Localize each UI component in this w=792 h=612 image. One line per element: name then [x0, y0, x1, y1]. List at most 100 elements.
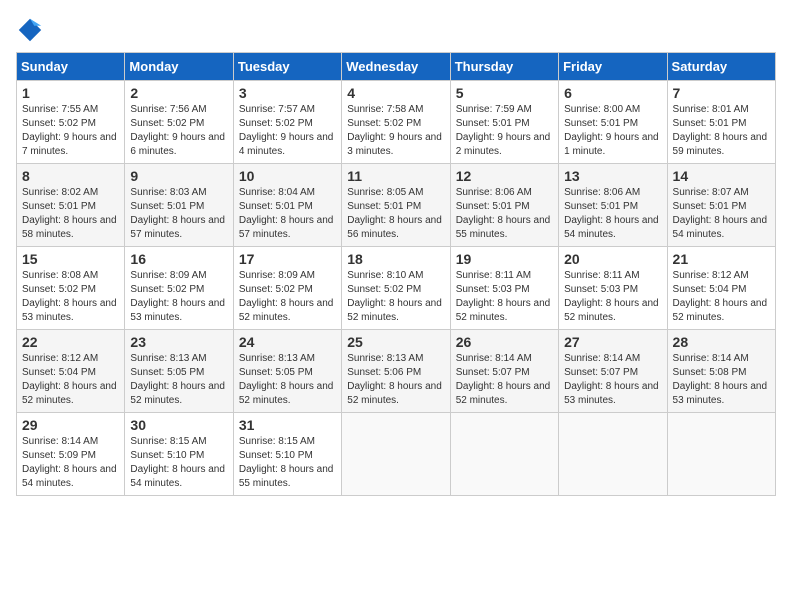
day-number: 29: [22, 417, 119, 433]
day-info: Sunrise: 8:08 AMSunset: 5:02 PMDaylight:…: [22, 269, 119, 325]
calendar-cell: 16 Sunrise: 8:09 AMSunset: 5:02 PMDaylig…: [125, 247, 233, 330]
calendar-week-row: 29 Sunrise: 8:14 AMSunset: 5:09 PMDaylig…: [17, 413, 776, 496]
calendar-cell: 1 Sunrise: 7:55 AMSunset: 5:02 PMDayligh…: [17, 81, 125, 164]
day-number: 21: [673, 251, 770, 267]
calendar-week-row: 1 Sunrise: 7:55 AMSunset: 5:02 PMDayligh…: [17, 81, 776, 164]
calendar-cell: [667, 413, 775, 496]
calendar-cell: 14 Sunrise: 8:07 AMSunset: 5:01 PMDaylig…: [667, 164, 775, 247]
calendar-cell: 5 Sunrise: 7:59 AMSunset: 5:01 PMDayligh…: [450, 81, 558, 164]
calendar-week-row: 8 Sunrise: 8:02 AMSunset: 5:01 PMDayligh…: [17, 164, 776, 247]
day-number: 20: [564, 251, 661, 267]
day-number: 16: [130, 251, 227, 267]
day-info: Sunrise: 8:00 AMSunset: 5:01 PMDaylight:…: [564, 103, 661, 159]
day-number: 24: [239, 334, 336, 350]
day-info: Sunrise: 8:04 AMSunset: 5:01 PMDaylight:…: [239, 186, 336, 242]
calendar-day-header: Saturday: [667, 53, 775, 81]
day-number: 27: [564, 334, 661, 350]
day-number: 30: [130, 417, 227, 433]
page-header: [16, 16, 776, 44]
day-number: 17: [239, 251, 336, 267]
day-info: Sunrise: 8:06 AMSunset: 5:01 PMDaylight:…: [456, 186, 553, 242]
day-info: Sunrise: 7:56 AMSunset: 5:02 PMDaylight:…: [130, 103, 227, 159]
day-info: Sunrise: 8:01 AMSunset: 5:01 PMDaylight:…: [673, 103, 770, 159]
calendar-header-row: SundayMondayTuesdayWednesdayThursdayFrid…: [17, 53, 776, 81]
day-info: Sunrise: 8:07 AMSunset: 5:01 PMDaylight:…: [673, 186, 770, 242]
day-number: 23: [130, 334, 227, 350]
day-number: 7: [673, 85, 770, 101]
day-number: 26: [456, 334, 553, 350]
day-number: 13: [564, 168, 661, 184]
calendar-cell: 27 Sunrise: 8:14 AMSunset: 5:07 PMDaylig…: [559, 330, 667, 413]
day-info: Sunrise: 8:13 AMSunset: 5:06 PMDaylight:…: [347, 352, 444, 408]
calendar-cell: [450, 413, 558, 496]
day-number: 6: [564, 85, 661, 101]
calendar-cell: 18 Sunrise: 8:10 AMSunset: 5:02 PMDaylig…: [342, 247, 450, 330]
day-number: 8: [22, 168, 119, 184]
day-info: Sunrise: 8:09 AMSunset: 5:02 PMDaylight:…: [130, 269, 227, 325]
calendar-day-header: Sunday: [17, 53, 125, 81]
calendar-cell: 26 Sunrise: 8:14 AMSunset: 5:07 PMDaylig…: [450, 330, 558, 413]
day-info: Sunrise: 7:57 AMSunset: 5:02 PMDaylight:…: [239, 103, 336, 159]
calendar-cell: 30 Sunrise: 8:15 AMSunset: 5:10 PMDaylig…: [125, 413, 233, 496]
calendar-cell: 28 Sunrise: 8:14 AMSunset: 5:08 PMDaylig…: [667, 330, 775, 413]
calendar-cell: 24 Sunrise: 8:13 AMSunset: 5:05 PMDaylig…: [233, 330, 341, 413]
calendar-cell: 15 Sunrise: 8:08 AMSunset: 5:02 PMDaylig…: [17, 247, 125, 330]
day-number: 3: [239, 85, 336, 101]
day-info: Sunrise: 8:14 AMSunset: 5:08 PMDaylight:…: [673, 352, 770, 408]
day-number: 14: [673, 168, 770, 184]
day-info: Sunrise: 7:58 AMSunset: 5:02 PMDaylight:…: [347, 103, 444, 159]
day-info: Sunrise: 7:59 AMSunset: 5:01 PMDaylight:…: [456, 103, 553, 159]
day-info: Sunrise: 8:12 AMSunset: 5:04 PMDaylight:…: [673, 269, 770, 325]
day-info: Sunrise: 8:11 AMSunset: 5:03 PMDaylight:…: [456, 269, 553, 325]
calendar-cell: 6 Sunrise: 8:00 AMSunset: 5:01 PMDayligh…: [559, 81, 667, 164]
day-info: Sunrise: 8:14 AMSunset: 5:09 PMDaylight:…: [22, 435, 119, 491]
day-info: Sunrise: 8:15 AMSunset: 5:10 PMDaylight:…: [239, 435, 336, 491]
day-info: Sunrise: 7:55 AMSunset: 5:02 PMDaylight:…: [22, 103, 119, 159]
day-number: 2: [130, 85, 227, 101]
day-number: 18: [347, 251, 444, 267]
day-number: 11: [347, 168, 444, 184]
calendar-cell: 21 Sunrise: 8:12 AMSunset: 5:04 PMDaylig…: [667, 247, 775, 330]
day-number: 22: [22, 334, 119, 350]
calendar-cell: [559, 413, 667, 496]
day-info: Sunrise: 8:12 AMSunset: 5:04 PMDaylight:…: [22, 352, 119, 408]
day-info: Sunrise: 8:13 AMSunset: 5:05 PMDaylight:…: [130, 352, 227, 408]
calendar-cell: 13 Sunrise: 8:06 AMSunset: 5:01 PMDaylig…: [559, 164, 667, 247]
logo: [16, 16, 48, 44]
calendar-cell: 23 Sunrise: 8:13 AMSunset: 5:05 PMDaylig…: [125, 330, 233, 413]
day-info: Sunrise: 8:02 AMSunset: 5:01 PMDaylight:…: [22, 186, 119, 242]
day-info: Sunrise: 8:10 AMSunset: 5:02 PMDaylight:…: [347, 269, 444, 325]
calendar-cell: 10 Sunrise: 8:04 AMSunset: 5:01 PMDaylig…: [233, 164, 341, 247]
calendar-body: 1 Sunrise: 7:55 AMSunset: 5:02 PMDayligh…: [17, 81, 776, 496]
calendar-cell: 25 Sunrise: 8:13 AMSunset: 5:06 PMDaylig…: [342, 330, 450, 413]
day-number: 12: [456, 168, 553, 184]
day-number: 5: [456, 85, 553, 101]
calendar-table: SundayMondayTuesdayWednesdayThursdayFrid…: [16, 52, 776, 496]
calendar-cell: 8 Sunrise: 8:02 AMSunset: 5:01 PMDayligh…: [17, 164, 125, 247]
day-info: Sunrise: 8:05 AMSunset: 5:01 PMDaylight:…: [347, 186, 444, 242]
day-info: Sunrise: 8:09 AMSunset: 5:02 PMDaylight:…: [239, 269, 336, 325]
day-number: 9: [130, 168, 227, 184]
day-info: Sunrise: 8:14 AMSunset: 5:07 PMDaylight:…: [456, 352, 553, 408]
day-number: 31: [239, 417, 336, 433]
calendar-cell: 19 Sunrise: 8:11 AMSunset: 5:03 PMDaylig…: [450, 247, 558, 330]
day-number: 10: [239, 168, 336, 184]
calendar-cell: 4 Sunrise: 7:58 AMSunset: 5:02 PMDayligh…: [342, 81, 450, 164]
day-number: 15: [22, 251, 119, 267]
calendar-cell: 29 Sunrise: 8:14 AMSunset: 5:09 PMDaylig…: [17, 413, 125, 496]
calendar-week-row: 15 Sunrise: 8:08 AMSunset: 5:02 PMDaylig…: [17, 247, 776, 330]
calendar-day-header: Tuesday: [233, 53, 341, 81]
calendar-day-header: Monday: [125, 53, 233, 81]
calendar-cell: [342, 413, 450, 496]
day-info: Sunrise: 8:06 AMSunset: 5:01 PMDaylight:…: [564, 186, 661, 242]
calendar-day-header: Wednesday: [342, 53, 450, 81]
day-info: Sunrise: 8:03 AMSunset: 5:01 PMDaylight:…: [130, 186, 227, 242]
day-info: Sunrise: 8:11 AMSunset: 5:03 PMDaylight:…: [564, 269, 661, 325]
day-number: 19: [456, 251, 553, 267]
calendar-cell: 20 Sunrise: 8:11 AMSunset: 5:03 PMDaylig…: [559, 247, 667, 330]
calendar-cell: 9 Sunrise: 8:03 AMSunset: 5:01 PMDayligh…: [125, 164, 233, 247]
day-number: 25: [347, 334, 444, 350]
calendar-week-row: 22 Sunrise: 8:12 AMSunset: 5:04 PMDaylig…: [17, 330, 776, 413]
calendar-cell: 31 Sunrise: 8:15 AMSunset: 5:10 PMDaylig…: [233, 413, 341, 496]
calendar-cell: 17 Sunrise: 8:09 AMSunset: 5:02 PMDaylig…: [233, 247, 341, 330]
